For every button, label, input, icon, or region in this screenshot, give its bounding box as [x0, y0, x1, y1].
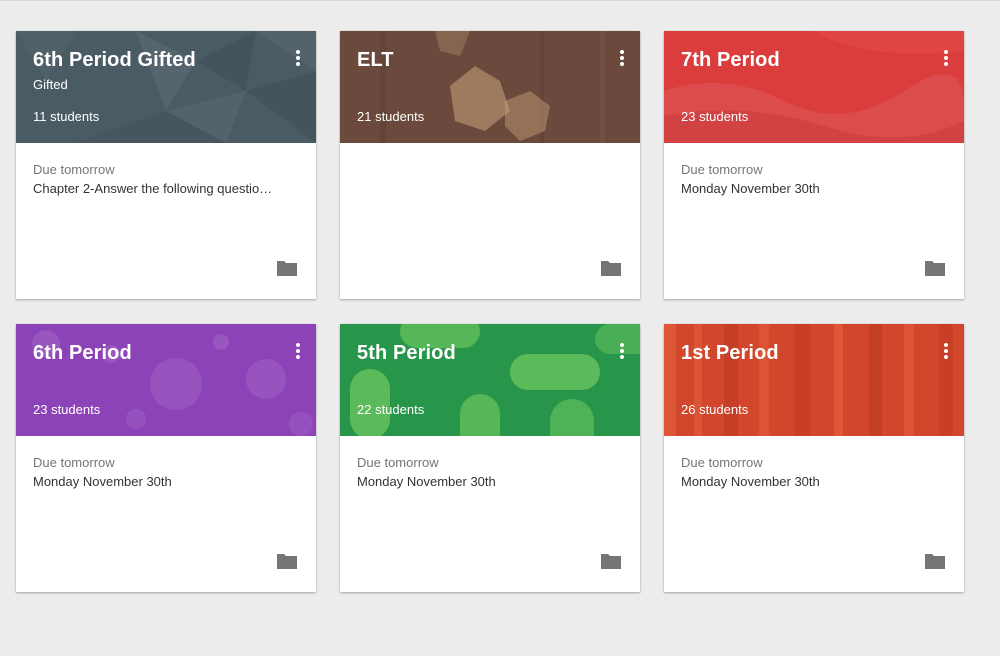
class-title[interactable]: 7th Period: [681, 49, 780, 72]
class-card-banner[interactable]: 5th Period 22 students: [340, 324, 640, 436]
student-count[interactable]: 22 students: [357, 402, 424, 417]
top-divider: [0, 0, 1000, 1]
class-card-body: Due tomorrow Chapter 2-Answer the follow…: [16, 143, 316, 299]
more-vert-icon[interactable]: [938, 50, 954, 70]
banner-background-purple-bubbles: [32, 330, 313, 436]
due-assignment-link[interactable]: Monday November 30th: [357, 474, 617, 489]
due-assignment-link[interactable]: Chapter 2-Answer the following questio…: [33, 181, 293, 196]
more-vert-icon[interactable]: [290, 343, 306, 363]
class-card-banner[interactable]: 7th Period 23 students: [664, 31, 964, 143]
class-card-body: Due tomorrow Monday November 30th: [16, 436, 316, 592]
class-section: Gifted: [33, 77, 68, 92]
class-title[interactable]: ELT: [357, 49, 394, 72]
class-card[interactable]: ELT 21 students: [340, 31, 640, 299]
folder-icon[interactable]: [276, 553, 298, 570]
class-title[interactable]: 6th Period Gifted: [33, 49, 196, 72]
more-vert-icon[interactable]: [290, 50, 306, 70]
banner-background-brown-leaves: [380, 31, 605, 143]
folder-icon[interactable]: [600, 260, 622, 277]
class-card[interactable]: 6th Period Gifted Gifted 11 students Due…: [16, 31, 316, 299]
folder-icon[interactable]: [924, 260, 946, 277]
class-card[interactable]: 6th Period 23 students Due tomorrow Mond…: [16, 324, 316, 592]
banner-background-green-capsules: [350, 324, 640, 436]
class-card-body: Due tomorrow Monday November 30th: [664, 143, 964, 299]
due-label: Due tomorrow: [33, 455, 115, 470]
due-label: Due tomorrow: [357, 455, 439, 470]
class-card-banner[interactable]: 1st Period 26 students: [664, 324, 964, 436]
more-vert-icon[interactable]: [614, 50, 630, 70]
student-count[interactable]: 23 students: [33, 402, 100, 417]
student-count[interactable]: 26 students: [681, 402, 748, 417]
class-card[interactable]: 5th Period 22 students Due tomorrow Mond…: [340, 324, 640, 592]
class-card[interactable]: 1st Period 26 students Due tomorrow Mond…: [664, 324, 964, 592]
due-label: Due tomorrow: [681, 162, 763, 177]
more-vert-icon[interactable]: [614, 343, 630, 363]
due-label: Due tomorrow: [33, 162, 115, 177]
student-count[interactable]: 11 students: [33, 109, 99, 124]
due-assignment-link[interactable]: Monday November 30th: [33, 474, 293, 489]
class-card-grid: 6th Period Gifted Gifted 11 students Due…: [16, 31, 964, 592]
class-card-body: Due tomorrow Monday November 30th: [340, 436, 640, 592]
class-title[interactable]: 1st Period: [681, 342, 779, 365]
folder-icon[interactable]: [276, 260, 298, 277]
banner-background-orange-stripes: [664, 324, 953, 436]
class-card-banner[interactable]: 6th Period Gifted Gifted 11 students: [16, 31, 316, 143]
banner-background-red-paint: [664, 31, 964, 143]
student-count[interactable]: 23 students: [681, 109, 748, 124]
class-card-body: [340, 143, 640, 299]
student-count[interactable]: 21 students: [357, 109, 424, 124]
due-label: Due tomorrow: [681, 455, 763, 470]
folder-icon[interactable]: [600, 553, 622, 570]
class-card-body: Due tomorrow Monday November 30th: [664, 436, 964, 592]
folder-icon[interactable]: [924, 553, 946, 570]
more-vert-icon[interactable]: [938, 343, 954, 363]
due-assignment-link[interactable]: Monday November 30th: [681, 181, 941, 196]
class-card-banner[interactable]: 6th Period 23 students: [16, 324, 316, 436]
class-title[interactable]: 6th Period: [33, 342, 132, 365]
class-title[interactable]: 5th Period: [357, 342, 456, 365]
class-card[interactable]: 7th Period 23 students Due tomorrow Mond…: [664, 31, 964, 299]
class-card-banner[interactable]: ELT 21 students: [340, 31, 640, 143]
due-assignment-link[interactable]: Monday November 30th: [681, 474, 941, 489]
